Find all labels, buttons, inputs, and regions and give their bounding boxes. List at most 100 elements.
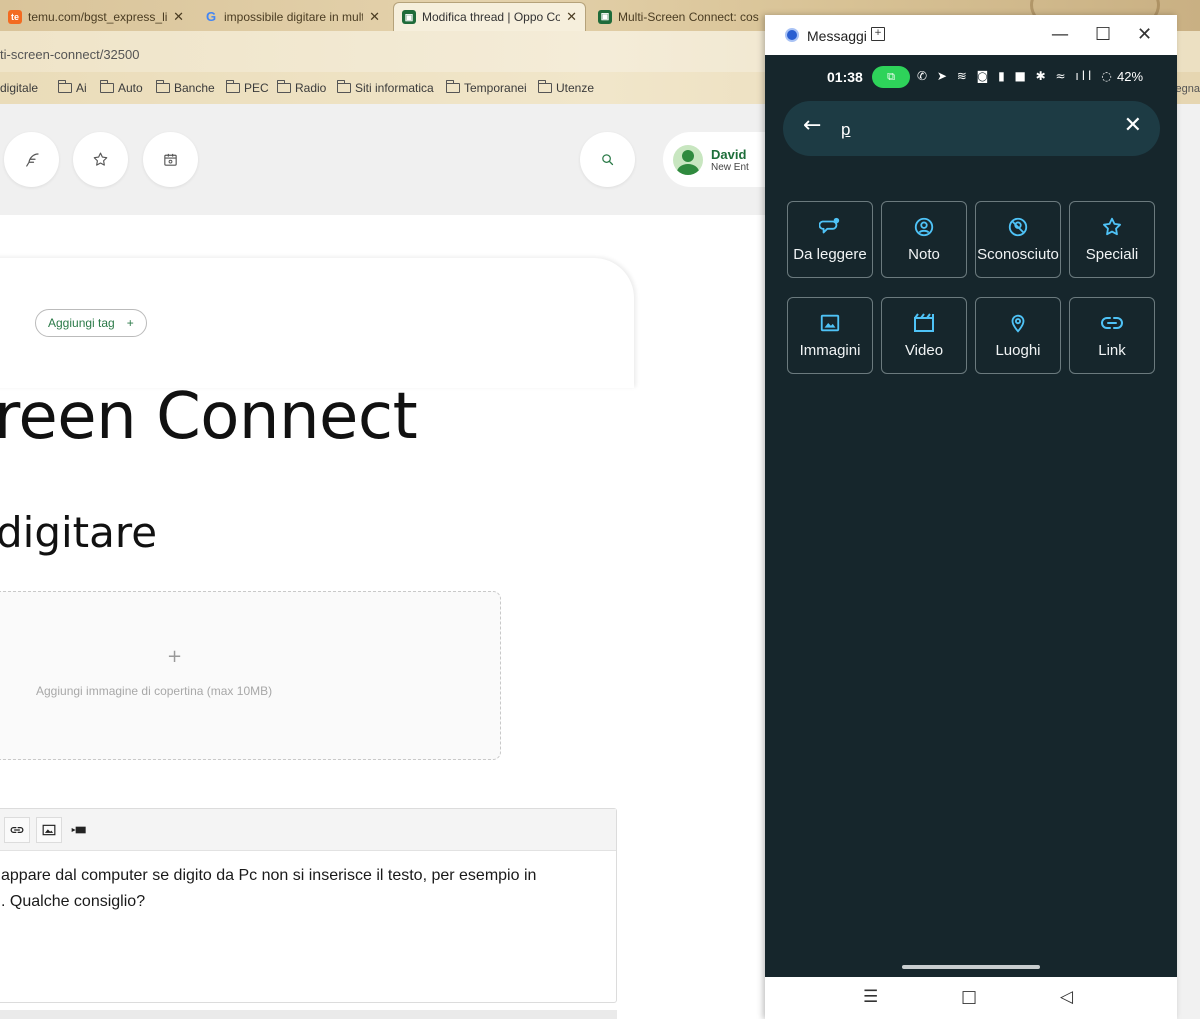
tab-multi-screen[interactable]: ▣ Multi-Screen Connect: cos (590, 2, 770, 31)
screen-cast-icon: ⧉ (872, 66, 910, 88)
bookmark-ai[interactable]: Ai (57, 80, 87, 95)
video-icon (71, 826, 86, 834)
image-icon (42, 824, 56, 836)
tab-label: Multi-Screen Connect: cos (618, 9, 759, 24)
folder-icon (57, 80, 72, 93)
phone-nav-bar: ☰ □ ◁ (765, 977, 1177, 1019)
chip-label: Sconosciuto (977, 246, 1059, 263)
editor-content[interactable]: appare dal computer se digito da Pc non … (0, 863, 616, 915)
filter-chip-known[interactable]: Noto (881, 201, 967, 278)
bookmark-overflow-text: egna (1175, 83, 1200, 95)
cover-image-dropzone[interactable]: + Aggiungi immagine di copertina (max 10… (0, 591, 501, 760)
bookmark-radio[interactable]: Radio (276, 80, 326, 95)
location-icon (1011, 314, 1025, 333)
filter-chip-starred[interactable]: Speciali (1069, 201, 1155, 278)
avatar (673, 144, 703, 175)
filter-chip-links[interactable]: Link (1069, 297, 1155, 374)
user-role: New Ent (711, 161, 749, 173)
chip-label: Da leggere (793, 246, 867, 263)
chip-label: Immagini (799, 342, 861, 359)
gesture-handle[interactable] (902, 965, 1040, 969)
plus-icon: + (126, 316, 134, 330)
oppo-favicon-icon: ▣ (598, 9, 612, 24)
filter-chip-images[interactable]: Immagini (787, 297, 873, 374)
clear-search-icon[interactable]: ✕ (1124, 113, 1142, 138)
contact-icon (914, 217, 934, 237)
google-favicon-icon: G (205, 9, 217, 24)
bookmark-digitale[interactable]: digitale (0, 81, 38, 95)
back-arrow-icon[interactable]: ← (803, 113, 821, 138)
tab-modifica-thread[interactable]: ▣ Modifica thread | Oppo Co ✕ (393, 2, 586, 31)
thread-subtitle[interactable]: digitare (0, 508, 157, 557)
add-tag-button[interactable]: Aggiungi tag + (35, 309, 147, 337)
message-search-bar[interactable]: ← ✕ (783, 101, 1160, 156)
tab-close-icon[interactable]: ✕ (173, 9, 184, 25)
thread-title[interactable]: reen Connect (0, 380, 418, 454)
favorites-button[interactable] (73, 132, 128, 187)
star-icon (1103, 217, 1121, 236)
tab-close-icon[interactable]: ✕ (369, 9, 380, 25)
bookmark-banche[interactable]: Banche (155, 80, 215, 95)
tab-label: Modifica thread | Oppo Co (422, 10, 561, 24)
tab-google-search[interactable]: G impossibile digitare in mult ✕ (196, 2, 388, 31)
address-text[interactable]: ti-screen-connect/32500 (0, 47, 139, 62)
feather-icon (25, 152, 39, 167)
minimize-button[interactable]: — (1051, 24, 1069, 45)
link-icon (1101, 317, 1123, 329)
maximize-button[interactable]: ☐ (1095, 24, 1111, 45)
tab-temu[interactable]: te temu.com/bgst_express_lin ✕ (0, 2, 192, 31)
search-icon (602, 154, 614, 166)
temu-favicon-icon: te (8, 9, 22, 24)
folder-icon (537, 80, 552, 93)
editor-line: appare dal computer se digito da Pc non … (1, 867, 537, 884)
insert-link-button[interactable] (4, 817, 30, 843)
battery-level: 42% (1117, 69, 1144, 84)
status-time: 01:38 (827, 69, 863, 85)
cover-image-label: Aggiungi immagine di copertina (max 10MB… (36, 684, 273, 698)
messages-app-icon (785, 28, 799, 42)
oppo-favicon-icon: ▣ (402, 10, 416, 24)
chip-label: Speciali (1085, 246, 1139, 263)
chip-label: Noto (908, 246, 940, 263)
editor-line: . Qualche consiglio? (1, 893, 146, 910)
status-icons: ✆ ➤ ≋ ◙ ▮ ■ ✱ ≈ ıll ◌ (917, 69, 1115, 83)
bookmark-pec[interactable]: PEC (225, 80, 269, 95)
message-search-input[interactable] (841, 119, 1101, 141)
filter-chip-unknown[interactable]: Sconosciuto (975, 201, 1061, 278)
folder-icon (155, 80, 170, 93)
insert-video-button[interactable] (66, 817, 92, 843)
post-editor[interactable]: appare dal computer se digito da Pc non … (0, 808, 617, 1003)
editor-toolbar (0, 809, 616, 851)
recents-menu-icon[interactable]: ☰ (863, 987, 878, 1007)
calendar-icon (164, 153, 177, 166)
window-titlebar: Messaggi + — ☐ ✕ (765, 15, 1177, 55)
write-button[interactable] (4, 132, 59, 187)
folder-icon (99, 80, 114, 93)
window-title: Messaggi (807, 28, 867, 44)
phone-mirror-window: Messaggi + — ☐ ✕ 01:38 ⧉ ✆ ➤ ≋ ◙ ▮ ■ ✱ ≈… (765, 15, 1177, 1019)
filter-chip-video[interactable]: Video (881, 297, 967, 374)
add-tag-label: Aggiungi tag (48, 316, 115, 330)
folder-icon (336, 80, 351, 93)
calendar-button[interactable] (143, 132, 198, 187)
filter-chip-unread[interactable]: Da leggere (787, 201, 873, 278)
home-icon[interactable]: □ (961, 987, 977, 1007)
tab-label: temu.com/bgst_express_lin (28, 9, 168, 24)
tab-close-icon[interactable]: ✕ (566, 9, 577, 25)
bookmark-auto[interactable]: Auto (99, 80, 143, 95)
bookmark-utenze[interactable]: Utenze (537, 80, 594, 95)
back-icon[interactable]: ◁ (1060, 987, 1073, 1007)
open-in-window-icon[interactable]: + (871, 27, 885, 41)
unread-bubble-icon (819, 217, 840, 234)
bookmark-siti-informatica[interactable]: Siti informatica (336, 80, 434, 95)
unknown-contact-icon (1008, 217, 1028, 237)
close-window-button[interactable]: ✕ (1137, 24, 1152, 45)
bookmark-temporanei[interactable]: Temporanei (445, 80, 527, 95)
page-bottom-bar (0, 1010, 617, 1019)
folder-icon (445, 80, 460, 93)
search-button[interactable] (580, 132, 635, 187)
insert-image-button[interactable] (36, 817, 62, 843)
filter-chip-places[interactable]: Luoghi (975, 297, 1061, 374)
video-icon (914, 313, 934, 332)
folder-icon (225, 80, 240, 93)
